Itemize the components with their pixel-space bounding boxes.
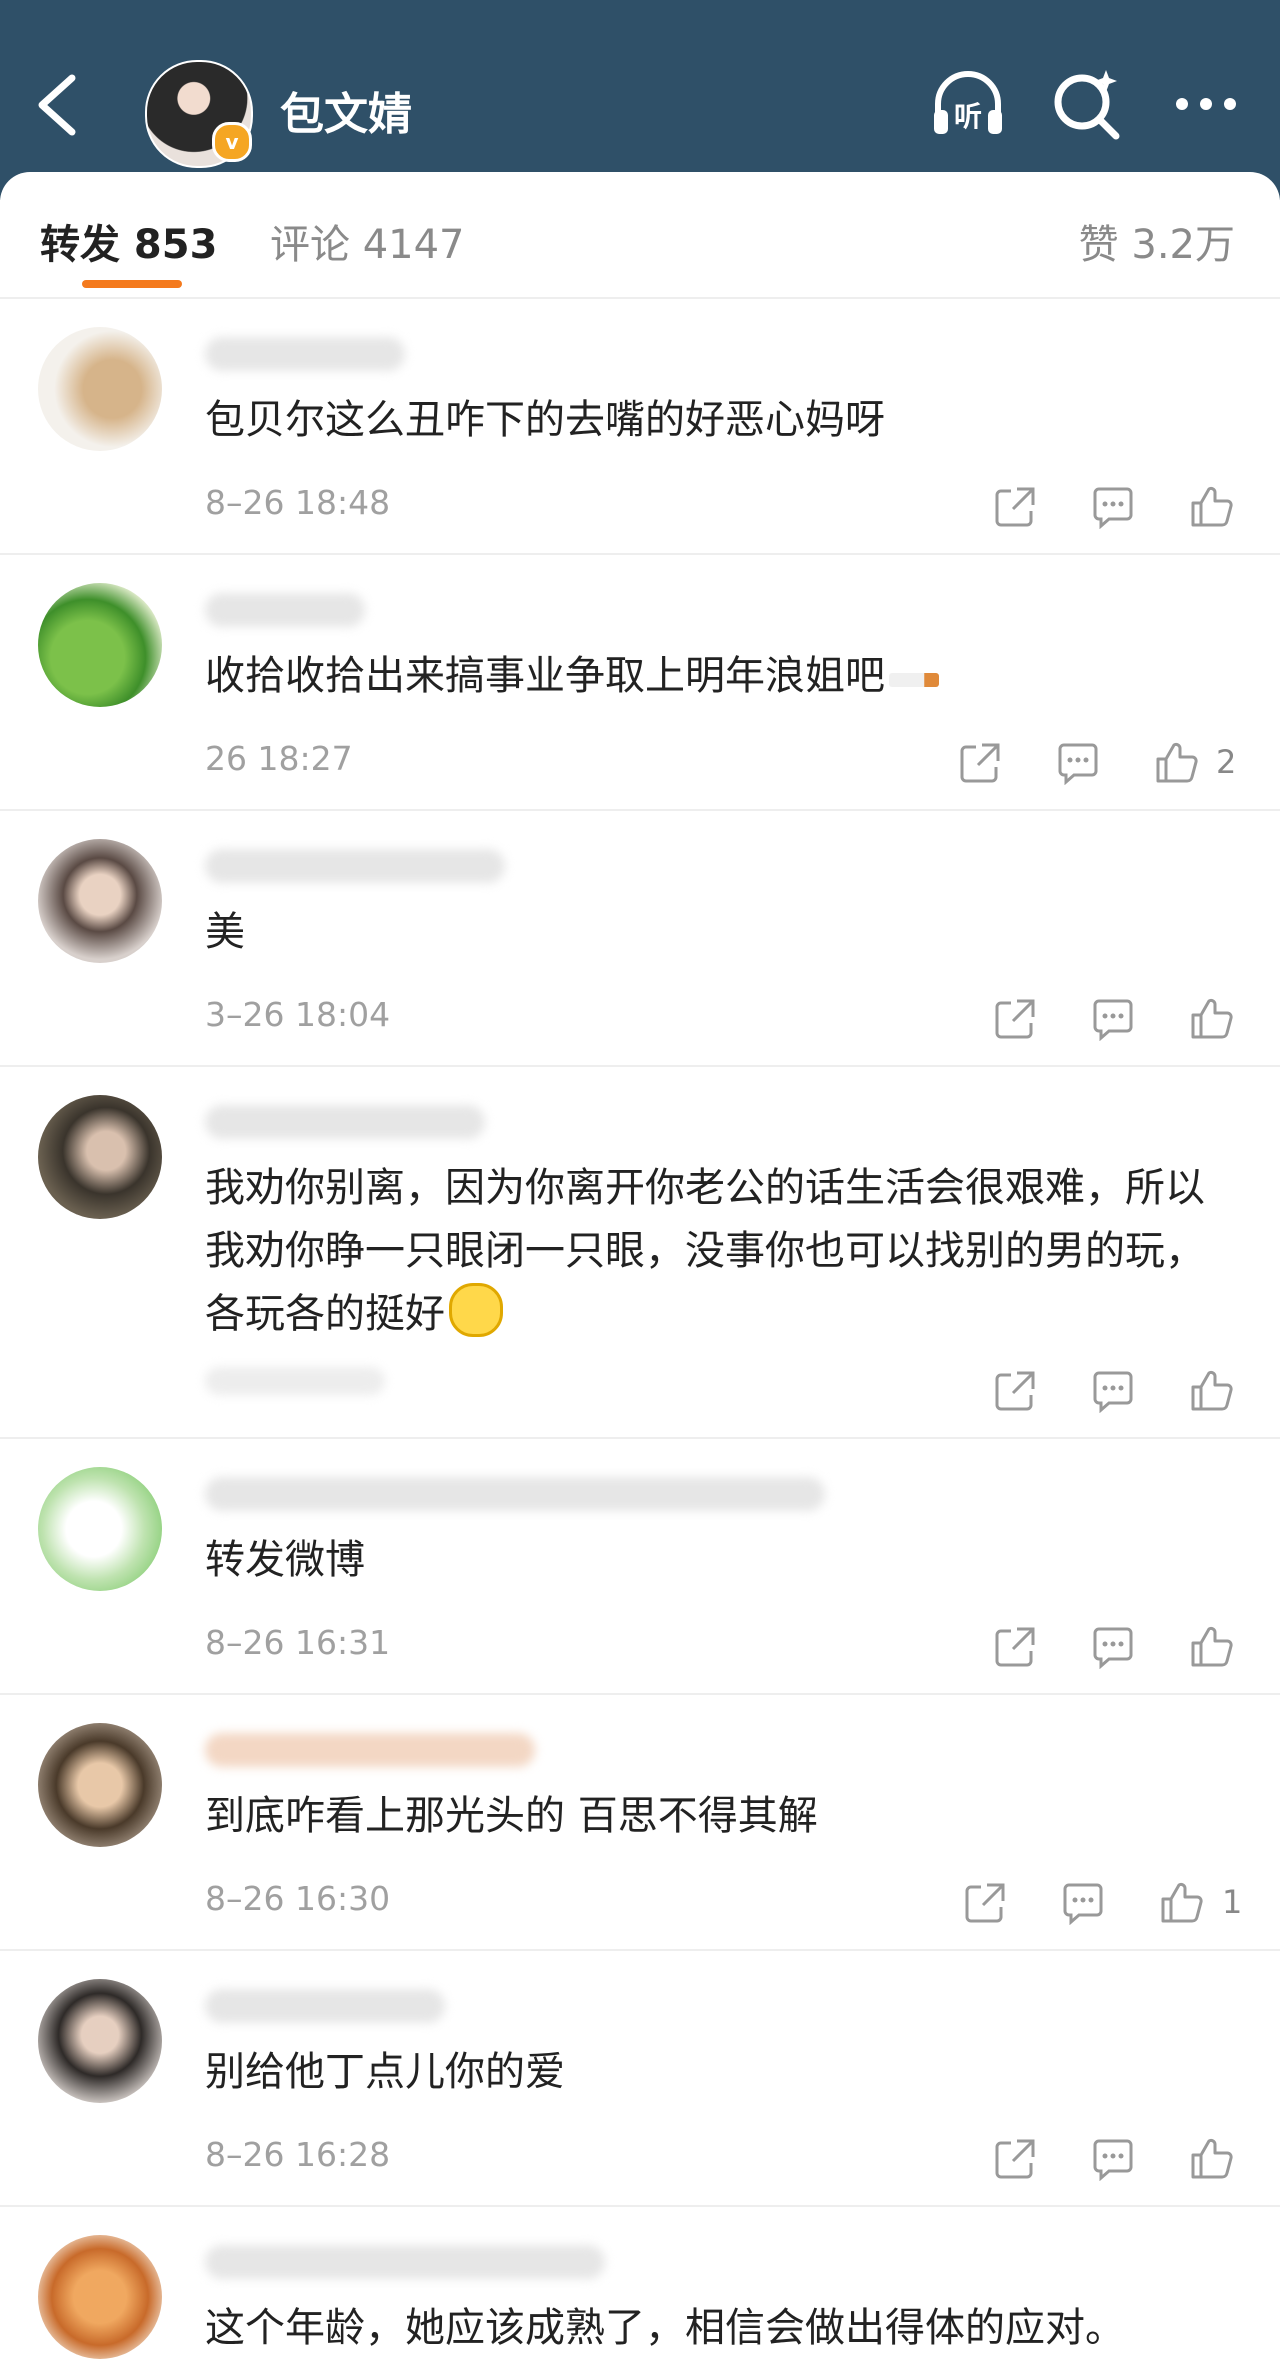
- comment-icon[interactable]: [1091, 1625, 1135, 1669]
- comment-text: 我劝你别离，因为你离开你老公的话生活会很艰难，所以我劝你睁一只眼闭一只眼，没事你…: [205, 1165, 1205, 1337]
- comment-time: 8–26 16:30: [205, 1879, 391, 1918]
- comment-time: 26 18:27: [205, 739, 353, 778]
- comment-text: 美: [205, 909, 245, 955]
- comment-icon[interactable]: [1091, 485, 1135, 529]
- comment-icon[interactable]: [1091, 2137, 1135, 2181]
- avatar[interactable]: [38, 1979, 162, 2103]
- like-count: 1: [1222, 1883, 1243, 1921]
- comment-text: 到底咋看上那光头的 百思不得其解: [205, 1793, 818, 1839]
- grin-emoji-icon: [449, 1283, 503, 1337]
- like-icon[interactable]: [1189, 1625, 1233, 1669]
- username-blurred[interactable]: [205, 1733, 535, 1767]
- comment-text: 这个年龄，她应该成熟了，相信会做出得体的应对。: [205, 2305, 1125, 2351]
- comment-time: 3–26 18:04: [205, 995, 391, 1034]
- like-icon[interactable]: [1189, 485, 1233, 529]
- cigarette-emoji-icon: [889, 673, 939, 687]
- username-blurred[interactable]: [205, 337, 405, 371]
- comment-icon[interactable]: [1056, 741, 1100, 785]
- like-icon[interactable]: [1154, 741, 1198, 785]
- back-arrow-icon[interactable]: [30, 70, 90, 140]
- avatar[interactable]: [38, 1467, 162, 1591]
- username-blurred[interactable]: [205, 2245, 605, 2279]
- time-blurred: [205, 1367, 385, 1395]
- tab-reposts[interactable]: 转发 853: [40, 212, 217, 270]
- repost-icon[interactable]: [958, 741, 1002, 785]
- username-blurred[interactable]: [205, 593, 365, 627]
- avatar[interactable]: [38, 2235, 162, 2359]
- active-tab-indicator: [82, 280, 182, 288]
- repost-icon[interactable]: [993, 485, 1037, 529]
- comment-time: 8–26 18:48: [205, 483, 391, 522]
- repost-icon[interactable]: [993, 2137, 1037, 2181]
- avatar[interactable]: [38, 839, 162, 963]
- search-icon[interactable]: [1046, 64, 1126, 144]
- list-item: 这个年龄，她应该成熟了，相信会做出得体的应对。: [0, 2205, 1280, 2373]
- repost-icon[interactable]: [993, 997, 1037, 1041]
- avatar[interactable]: [38, 583, 162, 707]
- comment-text: 收拾收拾出来搞事业争取上明年浪姐吧: [205, 645, 1235, 708]
- avatar[interactable]: [38, 327, 162, 451]
- username-blurred[interactable]: [205, 1989, 445, 2023]
- more-options-icon[interactable]: [1166, 64, 1246, 144]
- list-item: 转发微博 8–26 16:31: [0, 1437, 1280, 1695]
- listen-label: 听: [954, 100, 982, 133]
- list-item: 包贝尔这么丑咋下的去嘴的好恶心妈呀 8–26 18:48: [0, 297, 1280, 555]
- tab-likes[interactable]: 赞 3.2万: [1079, 212, 1235, 270]
- repost-icon[interactable]: [963, 1881, 1007, 1925]
- comment-text: 包贝尔这么丑咋下的去嘴的好恶心妈呀: [205, 397, 885, 443]
- top-nav-bar: v 包文婧 听: [0, 0, 1280, 200]
- listen-headphones-icon[interactable]: 听: [928, 64, 1008, 144]
- list-item: 我劝你别离，因为你离开你老公的话生活会很艰难，所以我劝你睁一只眼闭一只眼，没事你…: [0, 1065, 1280, 1439]
- username-blurred[interactable]: [205, 1477, 825, 1511]
- comment-text: 别给他丁点儿你的爱: [205, 2049, 565, 2095]
- like-icon[interactable]: [1189, 1369, 1233, 1413]
- comment-time: 8–26 16:28: [205, 2135, 391, 2174]
- like-count: 2: [1216, 743, 1237, 781]
- repost-icon[interactable]: [993, 1369, 1037, 1413]
- comment-icon[interactable]: [1061, 1881, 1105, 1925]
- repost-icon[interactable]: [993, 1625, 1037, 1669]
- profile-name[interactable]: 包文婧: [280, 78, 412, 142]
- verified-badge-icon: v: [212, 122, 252, 162]
- list-item: 到底咋看上那光头的 百思不得其解 8–26 16:30 1: [0, 1693, 1280, 1951]
- comment-icon[interactable]: [1091, 1369, 1135, 1413]
- list-item: 别给他丁点儿你的爱 8–26 16:28: [0, 1949, 1280, 2207]
- username-blurred[interactable]: [205, 849, 505, 883]
- like-icon[interactable]: [1189, 997, 1233, 1041]
- comment-time: 8–26 16:31: [205, 1623, 391, 1662]
- list-item: 收拾收拾出来搞事业争取上明年浪姐吧 26 18:27 2: [0, 553, 1280, 811]
- like-icon[interactable]: [1159, 1881, 1203, 1925]
- list-item: 美 3–26 18:04: [0, 809, 1280, 1067]
- comment-icon[interactable]: [1091, 997, 1135, 1041]
- avatar[interactable]: [38, 1095, 162, 1219]
- tab-bar: 转发 853 评论 4147 赞 3.2万: [0, 172, 1280, 299]
- avatar[interactable]: [38, 1723, 162, 1847]
- like-icon[interactable]: [1189, 2137, 1233, 2181]
- username-blurred[interactable]: [205, 1105, 485, 1139]
- comment-text: 转发微博: [205, 1537, 365, 1583]
- tab-comments[interactable]: 评论 4147: [270, 212, 465, 270]
